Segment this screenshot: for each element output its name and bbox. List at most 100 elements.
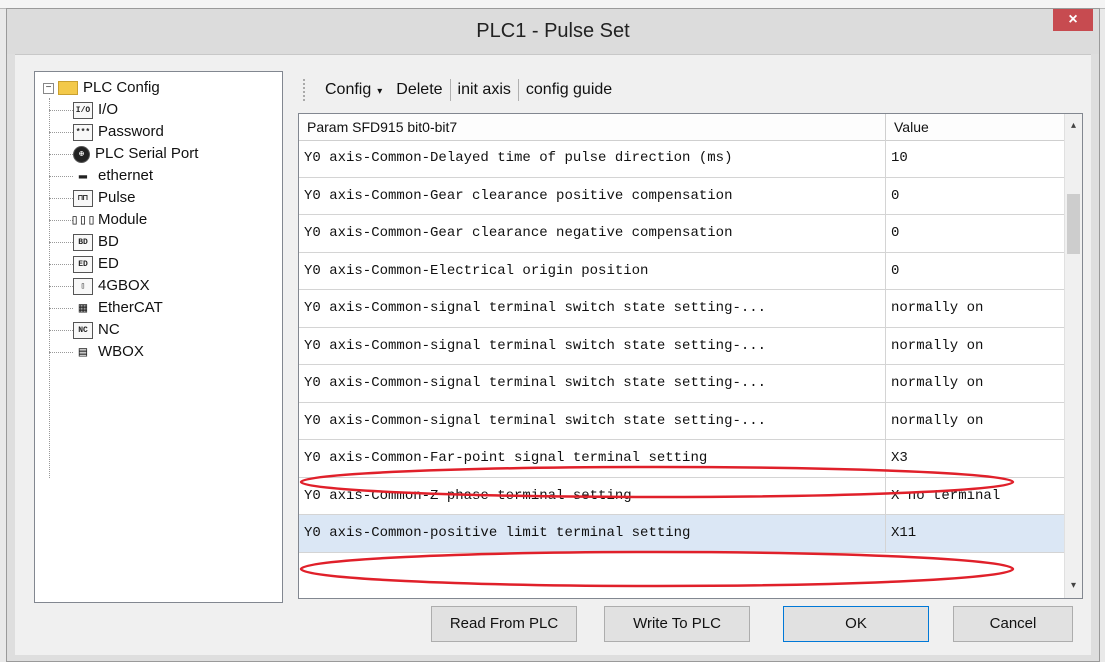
tree-item-plc-serial-port[interactable]: ⊕ PLC Serial Port — [49, 143, 198, 165]
tree-item-label: EtherCAT — [98, 299, 163, 316]
tree-item-4gbox[interactable]: ▯ 4GBOX — [49, 275, 150, 297]
tree-item-ethernet[interactable]: ▬ ethernet — [49, 165, 153, 187]
table-row[interactable]: Y0 axis-Common-signal terminal switch st… — [299, 365, 1065, 403]
table-row[interactable]: Y0 axis-Common-Gear clearance negative c… — [299, 215, 1065, 253]
value-cell[interactable]: normally on — [886, 365, 1065, 402]
param-toolbar: Config ▾ Delete init axis config guide — [303, 73, 619, 107]
table-row[interactable]: Y0 axis-Common-Electrical origin positio… — [299, 252, 1065, 290]
param-cell: Y0 axis-Common-Gear clearance negative c… — [299, 215, 886, 252]
param-cell: Y0 axis-Common-Gear clearance positive c… — [299, 177, 886, 214]
param-cell: Y0 axis-Common-signal terminal switch st… — [299, 290, 886, 327]
tree-item-password[interactable]: *** Password — [49, 121, 164, 143]
tree-item-label: I/O — [98, 101, 119, 118]
table-row[interactable]: Y0 axis-Common-Delayed time of pulse dir… — [299, 140, 1065, 178]
write-to-plc-button[interactable]: Write To PLC — [604, 606, 750, 642]
pulse-icon: ⊓⊓ — [73, 189, 93, 207]
ok-button[interactable]: OK — [783, 606, 929, 642]
config-label: Config — [325, 81, 372, 98]
wbox-icon: ▤ — [78, 344, 88, 361]
ed-icon: ED — [73, 255, 93, 273]
tree-root-label: PLC Config — [83, 79, 160, 96]
tree-item-ed[interactable]: ED ED — [49, 253, 119, 275]
init-axis-button[interactable]: init axis — [451, 81, 518, 99]
close-button[interactable]: × — [1053, 9, 1093, 31]
config-dropdown[interactable]: Config ▾ — [318, 81, 389, 99]
tree-item-label: WBOX — [98, 343, 144, 360]
tree-item-label: Pulse — [98, 189, 136, 206]
param-cell: Y0 axis-Common-positive limit terminal s… — [299, 515, 886, 552]
serial-port-icon: ⊕ — [73, 145, 90, 163]
delete-button[interactable]: Delete — [389, 81, 449, 99]
param-cell: Y0 axis-Common-Far-point signal terminal… — [299, 440, 886, 477]
vertical-scrollbar[interactable]: ▴ ▾ — [1064, 114, 1082, 598]
param-cell: Y0 axis-Common-Electrical origin positio… — [299, 252, 886, 289]
dropdown-arrow-icon: ▾ — [377, 86, 383, 97]
tree-item-module[interactable]: ▯▯▯ Module — [49, 209, 147, 231]
param-cell: Y0 axis-Common-signal terminal switch st… — [299, 402, 886, 439]
title-bar: PLC1 - Pulse Set × — [7, 9, 1099, 54]
collapse-icon[interactable]: − — [43, 82, 54, 94]
value-cell[interactable]: 10 — [886, 140, 1065, 177]
table-row[interactable]: Y0 axis-Common-Gear clearance positive c… — [299, 177, 1065, 215]
window-title: PLC1 - Pulse Set — [476, 20, 630, 42]
scroll-down-icon[interactable]: ▾ — [1065, 576, 1082, 596]
cancel-button[interactable]: Cancel — [953, 606, 1073, 642]
param-column-header[interactable]: Param SFD915 bit0-bit7 — [299, 114, 886, 140]
folder-icon — [58, 81, 78, 95]
value-cell[interactable]: 0 — [886, 253, 1065, 290]
table-row[interactable]: Y0 axis-Common-Far-point signal terminal… — [299, 440, 1065, 478]
config-tree: − PLC Config I/O I/O *** Password ⊕ PLC … — [34, 71, 283, 603]
table-row-selected[interactable]: Y0 axis-Common-positive limit terminal s… — [299, 515, 1065, 553]
value-cell[interactable]: X no terminal — [886, 478, 1065, 515]
grid-rows: Y0 axis-Common-Delayed time of pulse dir… — [299, 140, 1065, 553]
tree-item-io[interactable]: I/O I/O — [49, 99, 118, 121]
io-icon: I/O — [73, 101, 93, 119]
config-guide-button[interactable]: config guide — [519, 81, 619, 99]
password-icon: *** — [73, 123, 93, 141]
nc-icon: NC — [73, 321, 93, 339]
value-cell[interactable]: X11 — [886, 515, 1065, 552]
value-cell[interactable]: normally on — [886, 290, 1065, 327]
value-cell[interactable]: X3 — [886, 440, 1065, 477]
ethercat-icon: ▦ — [78, 300, 88, 317]
tree-item-label: ethernet — [98, 167, 154, 184]
value-cell[interactable]: normally on — [886, 403, 1065, 440]
tree-item-ethercat[interactable]: ▦ EtherCAT — [49, 297, 163, 319]
table-row[interactable]: Y0 axis-Common-signal terminal switch st… — [299, 290, 1065, 328]
param-grid: Param SFD915 bit0-bit7 Value Y0 axis-Com… — [298, 113, 1083, 599]
tree-item-label: PLC Serial Port — [95, 145, 199, 162]
value-cell[interactable]: 0 — [886, 215, 1065, 252]
value-cell[interactable]: normally on — [886, 328, 1065, 365]
positive-limit-highlight-ellipse — [299, 550, 1015, 588]
tree-root-plc-config[interactable]: − PLC Config — [43, 78, 160, 98]
4gbox-icon: ▯ — [73, 277, 93, 295]
toolbar-grip[interactable] — [303, 79, 308, 101]
module-icon: ▯▯▯ — [70, 212, 96, 229]
scroll-thumb[interactable] — [1067, 194, 1080, 254]
grid-header: Param SFD915 bit0-bit7 Value — [299, 114, 1065, 141]
table-row[interactable]: Y0 axis-Common-signal terminal switch st… — [299, 402, 1065, 440]
tree-item-label: BD — [98, 233, 119, 250]
read-from-plc-button[interactable]: Read From PLC — [431, 606, 577, 642]
tree-item-label: Password — [98, 123, 164, 140]
table-row[interactable]: Y0 axis-Common-Z phase terminal setting X… — [299, 477, 1065, 515]
tree-item-bd[interactable]: BD BD — [49, 231, 119, 253]
param-cell: Y0 axis-Common-signal terminal switch st… — [299, 327, 886, 364]
value-cell[interactable]: 0 — [886, 178, 1065, 215]
bd-icon: BD — [73, 233, 93, 251]
tree-item-pulse[interactable]: ⊓⊓ Pulse — [49, 187, 136, 209]
tree-item-label: Module — [98, 211, 148, 228]
value-column-header[interactable]: Value — [886, 114, 1065, 140]
scroll-up-icon[interactable]: ▴ — [1065, 116, 1082, 136]
param-cell: Y0 axis-Common-signal terminal switch st… — [299, 365, 886, 402]
tree-item-label: NC — [98, 321, 120, 338]
ethernet-icon: ▬ — [78, 168, 88, 184]
param-cell: Y0 axis-Common-Z phase terminal setting — [299, 477, 886, 514]
tree-item-label: ED — [98, 255, 119, 272]
tree-item-nc[interactable]: NC NC — [49, 319, 120, 341]
tree-item-wbox[interactable]: ▤ WBOX — [49, 341, 144, 363]
param-cell: Y0 axis-Common-Delayed time of pulse dir… — [299, 140, 886, 177]
pulse-set-dialog: PLC1 - Pulse Set × − PLC Config I/O I/O … — [6, 8, 1100, 662]
table-row[interactable]: Y0 axis-Common-signal terminal switch st… — [299, 327, 1065, 365]
tree-item-label: 4GBOX — [98, 277, 150, 294]
